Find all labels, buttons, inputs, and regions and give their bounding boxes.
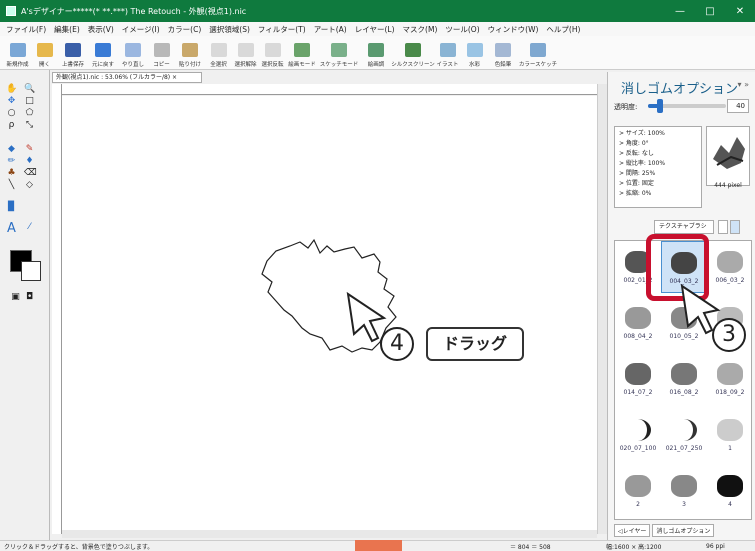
step-badge-3: 3	[712, 318, 746, 352]
step-badge-4: 4	[380, 327, 414, 361]
cursor-arrow-select-icon	[680, 283, 721, 335]
cursor-arrow-drag-icon	[346, 291, 387, 343]
cursor-arrows	[346, 283, 721, 343]
drag-callout: ドラッグ	[426, 327, 524, 361]
